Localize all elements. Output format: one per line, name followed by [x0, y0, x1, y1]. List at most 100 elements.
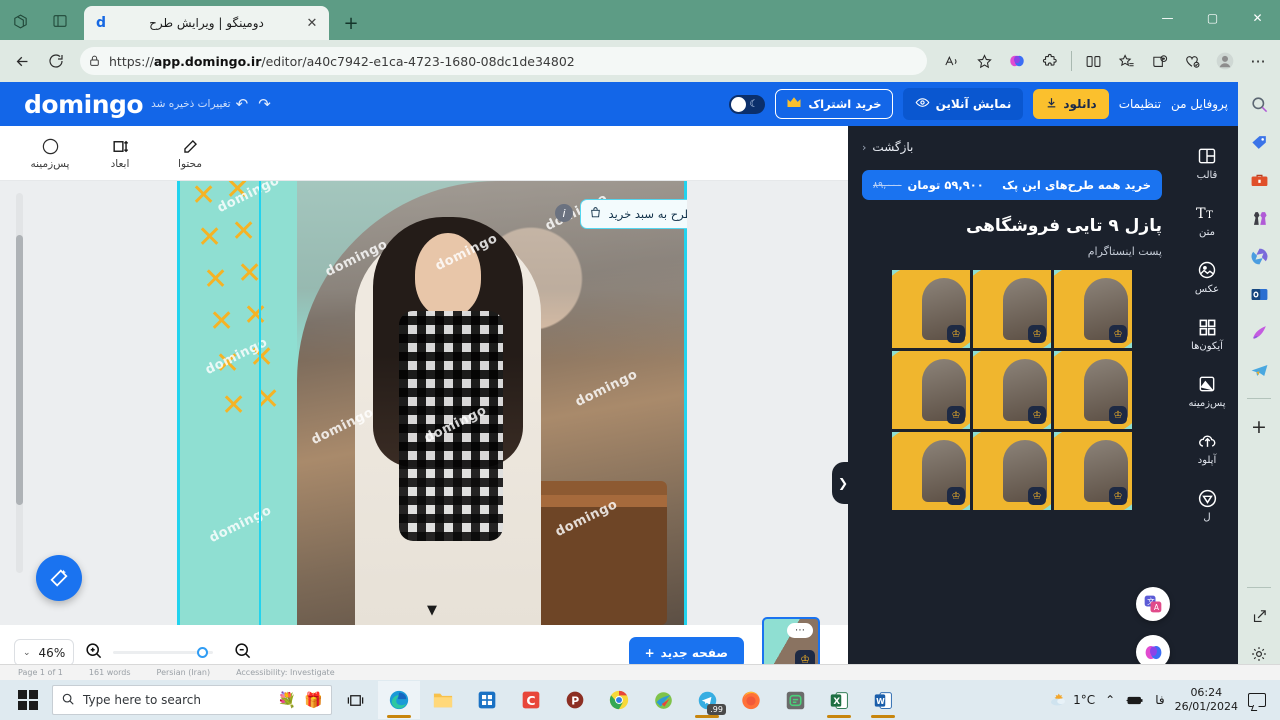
template-thumbnail[interactable]: ♔ — [892, 351, 970, 429]
notification-icon[interactable] — [1248, 693, 1266, 707]
template-thumbnail[interactable]: ♔ — [1054, 432, 1132, 510]
rail-item-shapes[interactable]: ل — [1178, 488, 1236, 523]
template-thumbnail[interactable]: ♔ — [973, 432, 1051, 510]
clock[interactable]: 06:24 26/01/2024 — [1175, 686, 1238, 714]
back-icon[interactable] — [6, 46, 38, 76]
minimize-button[interactable]: — — [1145, 2, 1190, 34]
browser-tab[interactable]: d دومینگو | ویرایش طرح ✕ — [84, 6, 329, 40]
copilot-icon[interactable] — [1001, 46, 1033, 76]
canvas-scrollbar[interactable] — [16, 193, 23, 573]
tool-background[interactable]: پس‌زمینه — [26, 136, 74, 170]
rail-item-icons[interactable]: آیکون‌ها — [1178, 317, 1236, 352]
close-button[interactable]: ✕ — [1235, 2, 1280, 34]
design-canvas[interactable]: ✕ ✕ ✕ ✕ ✕ ✕ ✕ ✕ ✕ ✕ ✕ ✕ domingo domingo doming… — [177, 181, 687, 625]
dark-mode-toggle[interactable]: ☾ — [729, 94, 766, 114]
favorites-list-icon[interactable] — [1110, 46, 1142, 76]
telegram-web-icon[interactable] — [1245, 356, 1273, 384]
start-button[interactable] — [6, 681, 50, 719]
more-settings-icon[interactable]: ··· — [1242, 46, 1274, 76]
edge-sidebar: + — [1238, 82, 1280, 680]
tab-sidebar-icon[interactable] — [40, 2, 80, 40]
tab-actions-icon[interactable] — [0, 2, 40, 40]
taskbar-app-excel[interactable]: X — [818, 681, 860, 719]
taskbar-app-c[interactable]: C — [510, 681, 552, 719]
shopping-bag-icon — [589, 206, 602, 222]
translate-icon[interactable]: 文A — [1136, 587, 1170, 621]
online-preview-button[interactable]: نمایش آنلاین — [902, 88, 1024, 120]
rail-item-upload[interactable]: آپلود — [1178, 431, 1236, 466]
back-button[interactable]: بازگشت ‹ — [862, 140, 1162, 154]
taskbar-app-firefox[interactable] — [730, 681, 772, 719]
download-button[interactable]: دانلود — [1033, 89, 1109, 119]
rail-item-background[interactable]: پس‌زمینه — [1178, 374, 1236, 409]
tools-icon[interactable] — [1245, 166, 1273, 194]
tool-content[interactable]: محتوا — [166, 136, 214, 170]
tray-expand-icon[interactable]: ⌃ — [1105, 693, 1115, 707]
task-view-button[interactable] — [334, 681, 376, 719]
taskbar-app-idm[interactable] — [642, 681, 684, 719]
read-aloud-icon[interactable] — [935, 46, 967, 76]
template-thumbnail[interactable]: ♔ — [973, 351, 1051, 429]
scrollbar-thumb[interactable] — [16, 235, 23, 505]
favorite-star-icon[interactable] — [968, 46, 1000, 76]
zoom-in-button[interactable] — [84, 641, 103, 664]
tab-close-icon[interactable]: ✕ — [303, 14, 321, 32]
split-screen-icon[interactable] — [1077, 46, 1109, 76]
redo-icon[interactable]: ↷ — [258, 95, 271, 113]
taskbar-app-green[interactable] — [774, 681, 816, 719]
search-icon[interactable] — [1245, 90, 1273, 118]
template-thumbnail[interactable]: ♔ — [1054, 351, 1132, 429]
taskbar-app-word[interactable]: W — [862, 681, 904, 719]
extensions-icon[interactable] — [1034, 46, 1066, 76]
magic-tool-button[interactable] — [36, 555, 82, 601]
new-tab-button[interactable]: + — [337, 9, 365, 37]
taskbar-app-chrome[interactable] — [598, 681, 640, 719]
address-bar[interactable]: https://app.domingo.ir/editor/a40c7942-e… — [80, 47, 927, 75]
template-thumbnail[interactable]: ♔ — [973, 270, 1051, 348]
taskbar-app-edge[interactable] — [378, 681, 420, 719]
taskbar-app-p[interactable]: P — [554, 681, 596, 719]
rail-item-image[interactable]: عکس — [1178, 260, 1236, 295]
taskbar-app-microsoft-store[interactable] — [466, 681, 508, 719]
battery-icon[interactable] — [1125, 694, 1145, 707]
profile-icon[interactable] — [1209, 46, 1241, 76]
taskbar-search[interactable]: Type here to search 💐 🎁 — [52, 685, 332, 715]
page-menu-icon[interactable]: ⋯ — [787, 622, 813, 638]
canvas-collapse-icon[interactable]: ▼ — [419, 601, 445, 619]
template-thumbnail[interactable]: ♔ — [892, 432, 970, 510]
info-badge[interactable]: i — [555, 204, 573, 222]
template-thumbnail[interactable]: ♔ — [892, 270, 970, 348]
buy-pack-button[interactable]: خرید همه طرح‌های این پک ۵۹,۹۰۰ تومان ۸۹,… — [862, 170, 1162, 200]
settings-link[interactable]: تنظیمات — [1119, 97, 1161, 111]
open-in-new-window-icon[interactable] — [1245, 602, 1273, 630]
zoom-level-selector[interactable]: ⌄ 46% — [14, 639, 75, 666]
app-logo[interactable]: domingo — [24, 90, 144, 119]
panel-collapse-handle[interactable]: ❯ — [832, 462, 854, 504]
add-sidebar-app-icon[interactable]: + — [1245, 413, 1273, 441]
weather-widget[interactable]: 1°C — [1048, 691, 1095, 710]
zoom-slider-handle[interactable] — [197, 646, 209, 658]
buy-subscription-button[interactable]: خرید اشتراک — [775, 89, 893, 119]
microsoft-365-icon[interactable] — [1245, 242, 1273, 270]
tool-dimensions[interactable]: ابعاد — [96, 136, 144, 170]
browser-essentials-icon[interactable] — [1176, 46, 1208, 76]
outlook-icon[interactable] — [1245, 280, 1273, 308]
profile-link[interactable]: پروفایل من — [1171, 97, 1228, 111]
zoom-slider[interactable] — [113, 646, 214, 658]
language-indicator[interactable]: فا — [1155, 693, 1164, 707]
refresh-icon[interactable] — [40, 46, 72, 76]
shopping-tag-icon[interactable] — [1245, 128, 1273, 156]
add-to-cart-button[interactable]: افزودن طرح به سبد خرید — [580, 199, 687, 229]
template-thumbnail[interactable]: ♔ — [1054, 270, 1132, 348]
maximize-button[interactable]: ▢ — [1190, 2, 1235, 34]
collections-add-icon[interactable] — [1143, 46, 1175, 76]
designer-icon[interactable] — [1245, 318, 1273, 346]
games-icon[interactable] — [1245, 204, 1273, 232]
canvas-viewport[interactable]: ✕ ✕ ✕ ✕ ✕ ✕ ✕ ✕ ✕ ✕ ✕ ✕ domingo domingo doming… — [0, 181, 848, 625]
undo-icon[interactable]: ↶ — [236, 95, 249, 113]
rail-item-template[interactable]: قالب — [1178, 146, 1236, 181]
zoom-out-button[interactable] — [233, 641, 252, 664]
rail-item-text[interactable]: TT متن — [1178, 203, 1236, 238]
taskbar-app-file-explorer[interactable] — [422, 681, 464, 719]
taskbar-app-telegram[interactable]: .99 — [686, 681, 728, 719]
